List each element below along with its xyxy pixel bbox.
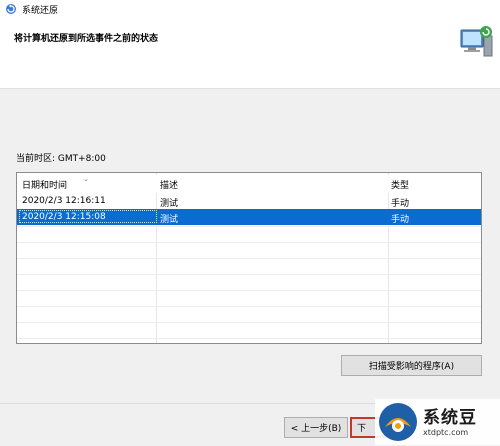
cell-datetime: 2020/2/3 12:16:11 (22, 196, 106, 206)
row-divider (17, 306, 481, 307)
timezone-label: 当前时区: GMT+8:00 (16, 154, 106, 164)
cell-description: 测试 (160, 199, 179, 209)
column-header-type[interactable]: 类型 (391, 178, 409, 191)
sort-caret-icon: ⌄ (83, 175, 89, 183)
column-header-datetime[interactable]: 日期和时间 (22, 178, 67, 191)
wizard-header: 将计算机还原到所选事件之前的状态 (0, 18, 500, 89)
table-header: ⌄ 日期和时间 描述 类型 (17, 175, 481, 193)
restore-computer-icon (460, 26, 493, 57)
back-button[interactable]: < 上一步(B) (284, 417, 348, 438)
window-title: 系统还原 (22, 5, 59, 16)
watermark: 系统豆 xtdptc.com (375, 399, 500, 445)
watermark-url: xtdptc.com (423, 427, 469, 437)
row-divider (17, 242, 481, 243)
watermark-name: 系统豆 (423, 407, 477, 428)
table-row[interactable]: 2020/2/3 12:16:11 测试 手动 (17, 193, 481, 209)
row-divider (17, 258, 481, 259)
cell-type: 手动 (391, 215, 410, 225)
title-bar: 系统还原 (0, 0, 500, 18)
site-logo-icon (379, 403, 417, 441)
table-row-selected[interactable]: 2020/2/3 12:15:08 测试 手动 (17, 209, 481, 225)
page-heading: 将计算机还原到所选事件之前的状态 (14, 34, 159, 44)
row-divider (17, 290, 481, 291)
system-restore-icon (6, 4, 16, 14)
row-divider (17, 226, 481, 227)
restore-points-table[interactable]: ⌄ 日期和时间 描述 类型 2020/2/3 12:16:11 测试 手动 20… (16, 172, 482, 344)
cell-description: 测试 (160, 215, 179, 225)
row-divider (17, 274, 481, 275)
row-divider (17, 338, 481, 339)
column-header-description[interactable]: 描述 (160, 178, 178, 191)
row-divider (17, 322, 481, 323)
cell-datetime: 2020/2/3 12:15:08 (22, 212, 106, 222)
cell-type: 手动 (391, 199, 410, 209)
scan-affected-programs-button[interactable]: 扫描受影响的程序(A) (341, 355, 482, 376)
